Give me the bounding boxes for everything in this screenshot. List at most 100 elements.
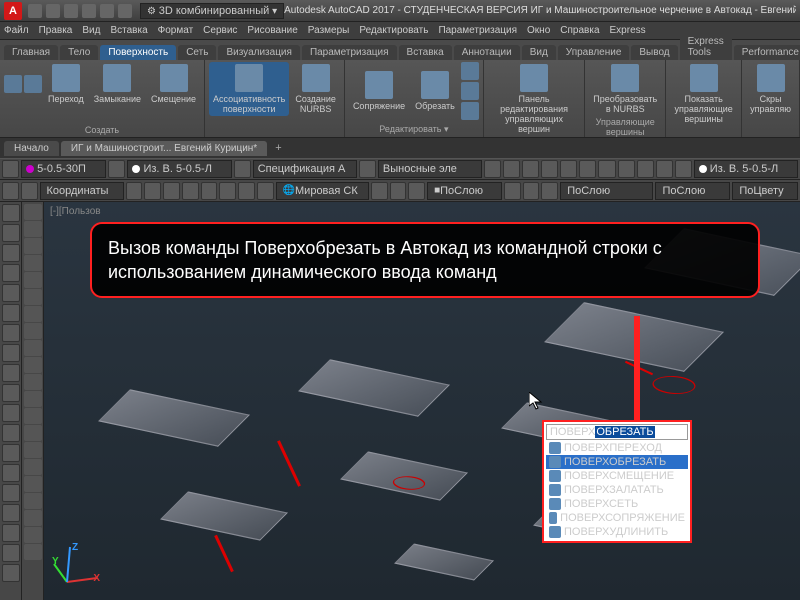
doc-tab-start[interactable]: Начало [4, 141, 59, 156]
qat-undo-icon[interactable] [82, 4, 96, 18]
qat-open-icon[interactable] [46, 4, 60, 18]
tool-icon[interactable] [108, 160, 125, 178]
new-tab-button[interactable]: + [269, 142, 287, 154]
drawing-canvas[interactable]: [-][Пользов Вызов команды Поверхобрезать… [44, 202, 800, 600]
plotstyle-dd[interactable]: ПоЦвету [732, 182, 798, 200]
menu-edit[interactable]: Правка [39, 25, 73, 36]
lineweight-dd[interactable]: ПоСлою [655, 182, 730, 200]
tool-icon[interactable] [219, 182, 236, 200]
tool-icon[interactable] [2, 504, 20, 522]
tool-icon[interactable] [24, 272, 42, 288]
tool-icon[interactable] [24, 391, 42, 407]
cv-panel-button[interactable]: Панель редактирования управляющих вершин [488, 62, 580, 136]
autocomplete-item[interactable]: ПОВЕРХСМЕЩЕНИЕ [546, 469, 688, 483]
viewport-label[interactable]: [-][Пользов [50, 206, 101, 217]
coord-dd[interactable]: Координаты [40, 182, 124, 200]
tool-icon[interactable] [2, 444, 20, 462]
tool-icon[interactable] [2, 464, 20, 482]
tool-icon[interactable] [371, 182, 388, 200]
autocomplete-item[interactable]: ПОВЕРХУДЛИНИТЬ [546, 525, 688, 539]
nurbs-create-button[interactable]: Создание NURBS [291, 62, 340, 116]
tool-icon[interactable] [234, 160, 251, 178]
tool-icon[interactable] [24, 323, 42, 339]
convert-nurbs-button[interactable]: Преобразовать в NURBS [589, 62, 661, 116]
autocomplete-item[interactable]: ПОВЕРХСЕТЬ [546, 497, 688, 511]
tool-icon[interactable] [2, 304, 20, 322]
tool-icon[interactable] [2, 284, 20, 302]
menu-help[interactable]: Справка [560, 25, 599, 36]
tool-icon[interactable] [257, 182, 274, 200]
tool-icon[interactable] [2, 484, 20, 502]
tool-icon[interactable] [24, 204, 42, 220]
tool-icon[interactable] [24, 374, 42, 390]
menu-window[interactable]: Окно [527, 25, 550, 36]
tool-icon[interactable] [24, 442, 42, 458]
tool-icon[interactable] [675, 160, 692, 178]
tool-icon[interactable] [390, 182, 407, 200]
qat-redo-icon[interactable] [100, 4, 114, 18]
tool-icon[interactable] [461, 62, 479, 80]
tab-mesh[interactable]: Сеть [178, 45, 216, 60]
qat-print-icon[interactable] [118, 4, 132, 18]
tool-icon[interactable] [504, 182, 521, 200]
tool-icon[interactable] [24, 425, 42, 441]
menu-view[interactable]: Вид [82, 25, 100, 36]
layer-dd-3[interactable]: Спецификация А [253, 160, 357, 178]
autocomplete-item[interactable]: ПОВЕРХСОПРЯЖЕНИЕ [546, 511, 688, 525]
layer-dd-2[interactable]: Из. В. 5-0.5-Л [127, 160, 231, 178]
tool-icon[interactable] [618, 160, 635, 178]
tool-icon[interactable] [2, 182, 19, 200]
tool-icon[interactable] [182, 182, 199, 200]
color-dd[interactable]: ■ ПоСлою [427, 182, 502, 200]
menu-param[interactable]: Параметризация [438, 25, 517, 36]
tool-icon[interactable] [461, 82, 479, 100]
dynamic-input-field[interactable]: ПОВЕРХОБРЕЗАТЬ [546, 424, 688, 440]
layer-dd-1[interactable]: 5-0.5-30П [21, 160, 106, 178]
tool-icon[interactable] [2, 224, 20, 242]
tool-icon[interactable] [24, 238, 42, 254]
tool-icon[interactable] [24, 221, 42, 237]
show-cv-button[interactable]: Показать управляющие вершины [670, 62, 737, 126]
tool-icon[interactable] [2, 364, 20, 382]
tool-icon[interactable] [163, 182, 180, 200]
tool-icon[interactable] [24, 408, 42, 424]
close-button[interactable]: Замыкание [90, 62, 145, 106]
tool-icon[interactable] [2, 524, 20, 542]
linetype-dd[interactable]: ПоСлою [560, 182, 653, 200]
tool-icon[interactable] [2, 244, 20, 262]
tool-icon[interactable] [21, 182, 38, 200]
tab-annotate[interactable]: Аннотации [454, 45, 520, 60]
tool-icon[interactable] [541, 160, 558, 178]
tool-icon[interactable] [24, 255, 42, 271]
tool-icon[interactable] [24, 306, 42, 322]
tool-icon[interactable] [24, 340, 42, 356]
tool-icon[interactable] [201, 182, 218, 200]
tool-icon[interactable] [2, 264, 20, 282]
tool-icon[interactable] [144, 182, 161, 200]
tool-icon[interactable] [24, 493, 42, 509]
tab-solid[interactable]: Тело [60, 45, 98, 60]
tool-icon[interactable] [637, 160, 654, 178]
tab-express[interactable]: Express Tools [680, 34, 732, 60]
menu-insert[interactable]: Вставка [110, 25, 147, 36]
ucs-icon[interactable]: X Y Z [52, 542, 102, 592]
tab-parametric[interactable]: Параметризация [302, 45, 397, 60]
tool-icon[interactable] [238, 182, 255, 200]
qat-save-icon[interactable] [64, 4, 78, 18]
tool-icon[interactable] [408, 182, 425, 200]
menu-draw[interactable]: Рисование [247, 25, 297, 36]
menu-express[interactable]: Express [610, 25, 646, 36]
autocomplete-item[interactable]: ПОВЕРХОБРЕЗАТЬ [546, 455, 688, 469]
layer-dd-4[interactable]: Выносные эле [378, 160, 482, 178]
tab-view[interactable]: Вид [522, 45, 556, 60]
tool-icon[interactable] [523, 182, 540, 200]
tool-icon[interactable] [2, 384, 20, 402]
tool-icon[interactable] [656, 160, 673, 178]
tool-icon[interactable] [2, 160, 19, 178]
menu-tools[interactable]: Сервис [203, 25, 237, 36]
tool-icon[interactable] [2, 424, 20, 442]
tool-icon[interactable] [4, 75, 22, 93]
tab-perf[interactable]: Performance [734, 45, 800, 60]
tab-surface[interactable]: Поверхность [100, 45, 176, 60]
tool-icon[interactable] [2, 564, 20, 582]
